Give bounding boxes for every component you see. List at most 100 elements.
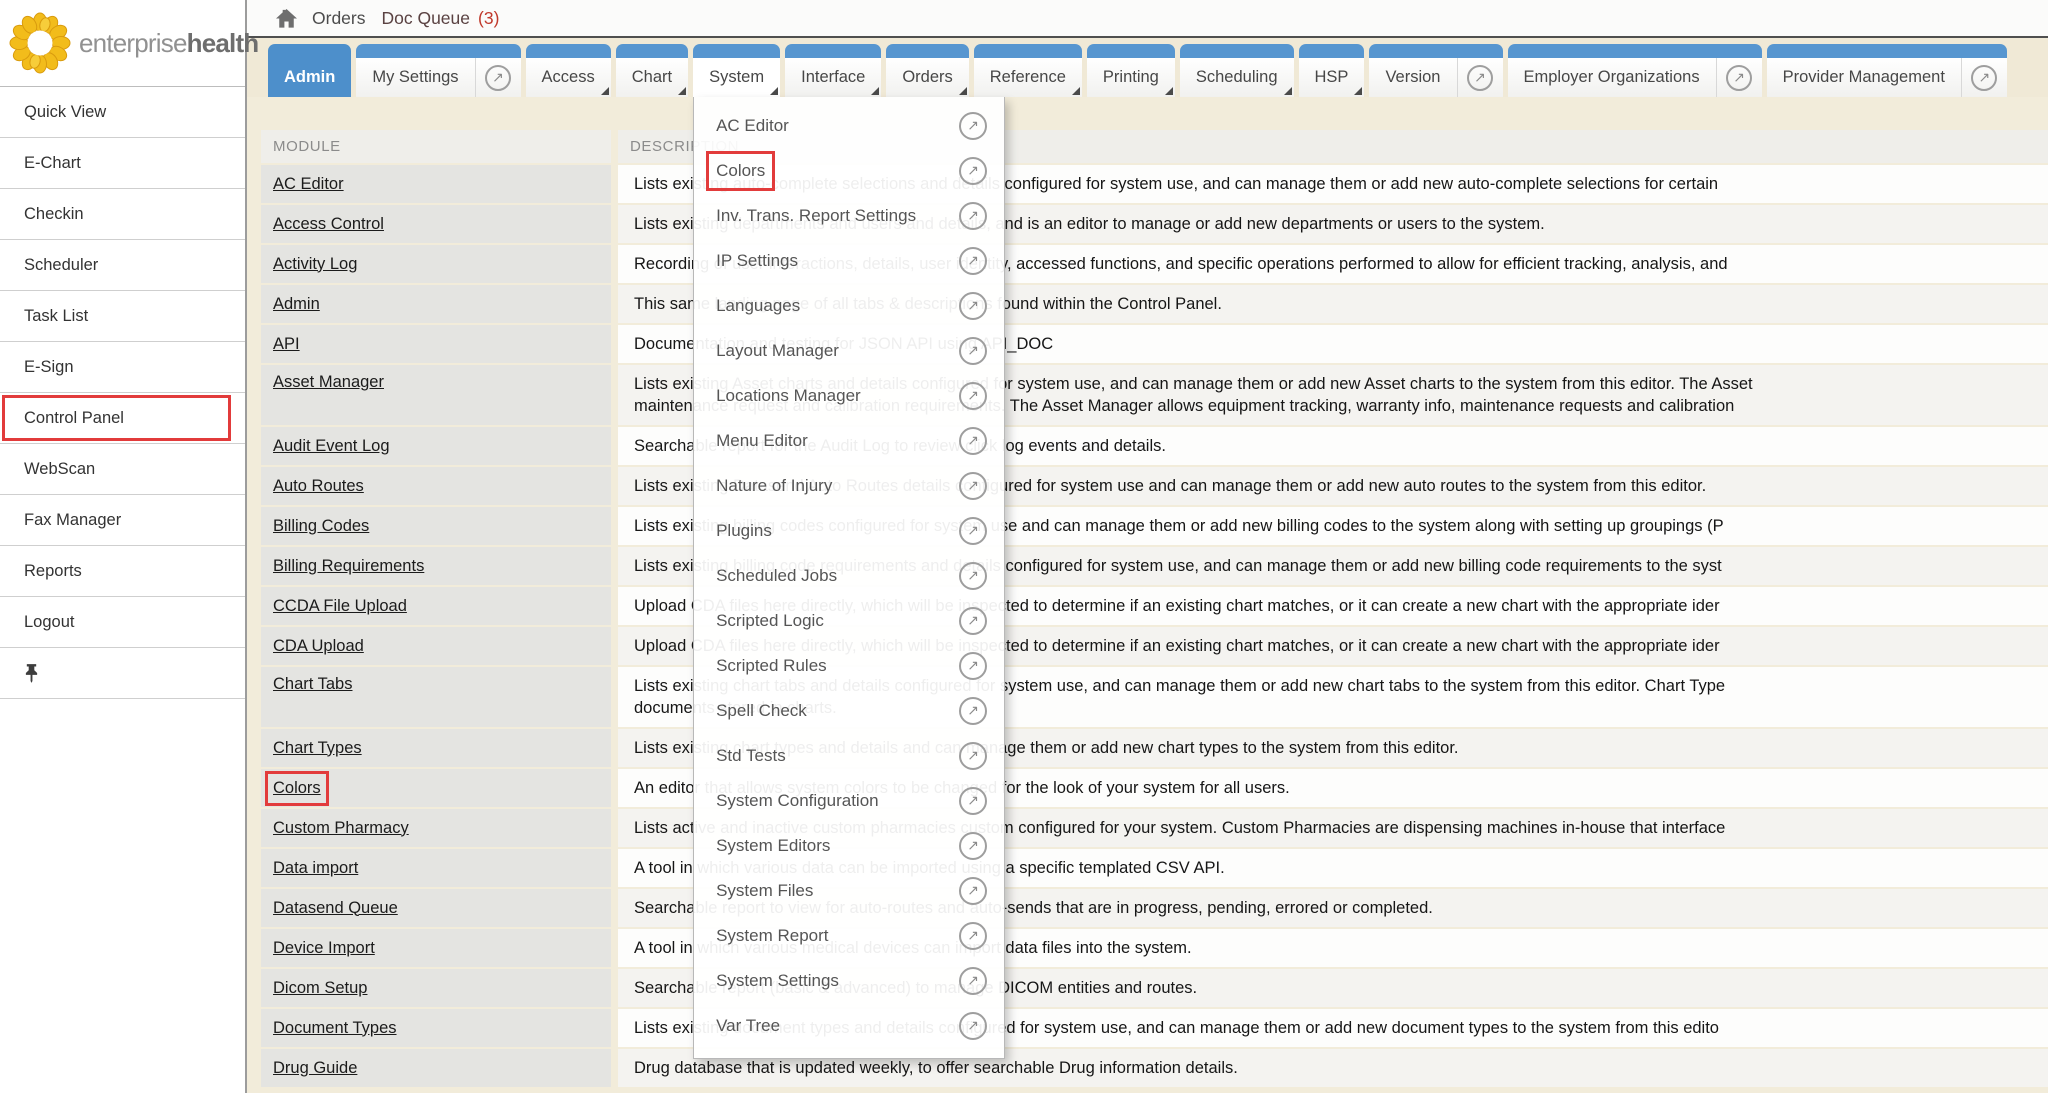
sidebar-item-task-list[interactable]: Task List (0, 291, 245, 342)
tab-chart[interactable]: Chart (616, 44, 688, 97)
menu-item-languages[interactable]: Languages↗ (694, 283, 1004, 328)
module-link-billing-codes[interactable]: Billing Codes (273, 517, 369, 536)
menu-item-inv-trans-report-settings[interactable]: Inv. Trans. Report Settings↗ (694, 193, 1004, 238)
menu-item-menu-editor[interactable]: Menu Editor↗ (694, 418, 1004, 463)
open-in-new-icon[interactable]: ↗ (959, 922, 987, 950)
open-in-new-icon[interactable]: ↗ (959, 112, 987, 140)
module-link-activity-log[interactable]: Activity Log (273, 255, 357, 274)
module-link-drug-guide[interactable]: Drug Guide (273, 1059, 357, 1078)
menu-item-system-editors[interactable]: System Editors↗ (694, 823, 1004, 868)
module-link-access-control[interactable]: Access Control (273, 215, 384, 234)
menu-item-colors[interactable]: Colors↗ (694, 148, 1004, 193)
sidebar-item-fax-manager[interactable]: Fax Manager (0, 495, 245, 546)
module-link-auto-routes[interactable]: Auto Routes (273, 477, 364, 496)
module-link-ac-editor[interactable]: AC Editor (273, 175, 344, 194)
breadcrumb-doc-queue[interactable]: Doc Queue (381, 8, 470, 29)
menu-item-system-report[interactable]: System Report↗ (694, 913, 1004, 958)
module-link-billing-requirements[interactable]: Billing Requirements (273, 557, 424, 576)
open-in-new-icon[interactable]: ↗ (959, 967, 987, 995)
sidebar-item-quick-view[interactable]: Quick View (0, 87, 245, 138)
module-link-chart-tabs[interactable]: Chart Tabs (273, 675, 353, 694)
menu-item-system-files[interactable]: System Files↗ (694, 868, 1004, 913)
menu-item-plugins[interactable]: Plugins↗ (694, 508, 1004, 553)
sidebar-item-scheduler[interactable]: Scheduler (0, 240, 245, 291)
menu-item-scripted-rules[interactable]: Scripted Rules↗ (694, 643, 1004, 688)
tab-system[interactable]: SystemAC Editor↗Colors↗Inv. Trans. Repor… (693, 44, 780, 97)
module-link-device-import[interactable]: Device Import (273, 939, 375, 958)
open-in-new-icon[interactable]: ↗ (959, 382, 987, 410)
tab-external-link-button[interactable]: ↗ (475, 58, 521, 97)
module-link-chart-types[interactable]: Chart Types (273, 739, 362, 758)
module-link-datasend-queue[interactable]: Datasend Queue (273, 899, 398, 918)
table-row-module: Document Types (261, 1009, 611, 1047)
open-in-new-icon[interactable]: ↗ (959, 472, 987, 500)
open-in-new-icon[interactable]: ↗ (959, 652, 987, 680)
menu-item-system-settings[interactable]: System Settings↗ (694, 958, 1004, 1003)
open-in-new-icon[interactable]: ↗ (959, 247, 987, 275)
tab-employer-organizations[interactable]: Employer Organizations↗ (1508, 44, 1762, 97)
breadcrumb-orders[interactable]: Orders (312, 8, 365, 29)
menu-item-system-configuration[interactable]: System Configuration↗ (694, 778, 1004, 823)
open-in-new-icon[interactable]: ↗ (959, 202, 987, 230)
tab-provider-management[interactable]: Provider Management↗ (1767, 44, 2007, 97)
tab-body: Admin (268, 58, 351, 97)
open-in-new-icon[interactable]: ↗ (959, 877, 987, 905)
tab-orders[interactable]: Orders (886, 44, 968, 97)
module-link-admin[interactable]: Admin (273, 295, 320, 314)
sidebar-item-reports[interactable]: Reports (0, 546, 245, 597)
tab-printing[interactable]: Printing (1087, 44, 1175, 97)
module-link-dicom-setup[interactable]: Dicom Setup (273, 979, 367, 998)
module-link-audit-event-log[interactable]: Audit Event Log (273, 437, 390, 456)
menu-item-locations-manager[interactable]: Locations Manager↗ (694, 373, 1004, 418)
tab-interface[interactable]: Interface (785, 44, 881, 97)
tab-my-settings[interactable]: My Settings↗ (356, 44, 520, 97)
open-in-new-icon[interactable]: ↗ (959, 292, 987, 320)
menu-item-ac-editor[interactable]: AC Editor↗ (694, 103, 1004, 148)
sidebar-item-webscan[interactable]: WebScan (0, 444, 245, 495)
open-in-new-icon[interactable]: ↗ (959, 517, 987, 545)
sidebar-item-pin[interactable] (0, 648, 245, 699)
tab-version[interactable]: Version↗ (1369, 44, 1502, 97)
open-in-new-icon[interactable]: ↗ (959, 742, 987, 770)
module-link-cda-upload[interactable]: CDA Upload (273, 637, 364, 656)
sidebar-item-e-sign[interactable]: E-Sign (0, 342, 245, 393)
menu-item-scripted-logic[interactable]: Scripted Logic↗ (694, 598, 1004, 643)
tab-external-link-button[interactable]: ↗ (1457, 58, 1503, 97)
open-in-new-icon[interactable]: ↗ (959, 562, 987, 590)
open-in-new-icon[interactable]: ↗ (959, 607, 987, 635)
module-link-data-import[interactable]: Data import (273, 859, 358, 878)
module-link-document-types[interactable]: Document Types (273, 1019, 397, 1038)
home-button[interactable] (275, 8, 298, 29)
open-in-new-icon[interactable]: ↗ (959, 787, 987, 815)
tab-admin[interactable]: Admin (268, 44, 351, 97)
menu-item-ip-settings[interactable]: IP Settings ↗ (694, 238, 1004, 283)
sidebar-item-logout[interactable]: Logout (0, 597, 245, 648)
open-in-new-icon[interactable]: ↗ (959, 427, 987, 455)
tab-reference[interactable]: Reference (974, 44, 1082, 97)
tab-external-link-button[interactable]: ↗ (1716, 58, 1762, 97)
module-link-api[interactable]: API (273, 335, 300, 354)
open-in-new-icon[interactable]: ↗ (959, 1012, 987, 1040)
menu-item-spell-check[interactable]: Spell Check↗ (694, 688, 1004, 733)
open-in-new-icon[interactable]: ↗ (959, 832, 987, 860)
open-in-new-icon[interactable]: ↗ (959, 157, 987, 185)
tab-external-link-button[interactable]: ↗ (1961, 58, 2007, 97)
module-link-ccda-file-upload[interactable]: CCDA File Upload (273, 597, 407, 616)
menu-item-label: IP Settings (716, 251, 798, 271)
tab-scheduling[interactable]: Scheduling (1180, 44, 1294, 97)
module-link-asset-manager[interactable]: Asset Manager (273, 373, 384, 392)
menu-item-var-tree[interactable]: Var Tree↗ (694, 1003, 1004, 1048)
menu-item-layout-manager[interactable]: Layout Manager↗ (694, 328, 1004, 373)
menu-item-scheduled-jobs[interactable]: Scheduled Jobs↗ (694, 553, 1004, 598)
open-in-new-icon[interactable]: ↗ (959, 337, 987, 365)
sidebar-item-checkin[interactable]: Checkin (0, 189, 245, 240)
module-link-colors[interactable]: Colors (273, 779, 321, 798)
sidebar-item-control-panel[interactable]: Control Panel (0, 393, 245, 444)
open-in-new-icon[interactable]: ↗ (959, 697, 987, 725)
tab-hsp[interactable]: HSP (1299, 44, 1365, 97)
sidebar-item-e-chart[interactable]: E-Chart (0, 138, 245, 189)
module-link-custom-pharmacy[interactable]: Custom Pharmacy (273, 819, 409, 838)
menu-item-std-tests[interactable]: Std Tests↗ (694, 733, 1004, 778)
menu-item-nature-of-injury[interactable]: Nature of Injury↗ (694, 463, 1004, 508)
tab-access[interactable]: Access (526, 44, 611, 97)
